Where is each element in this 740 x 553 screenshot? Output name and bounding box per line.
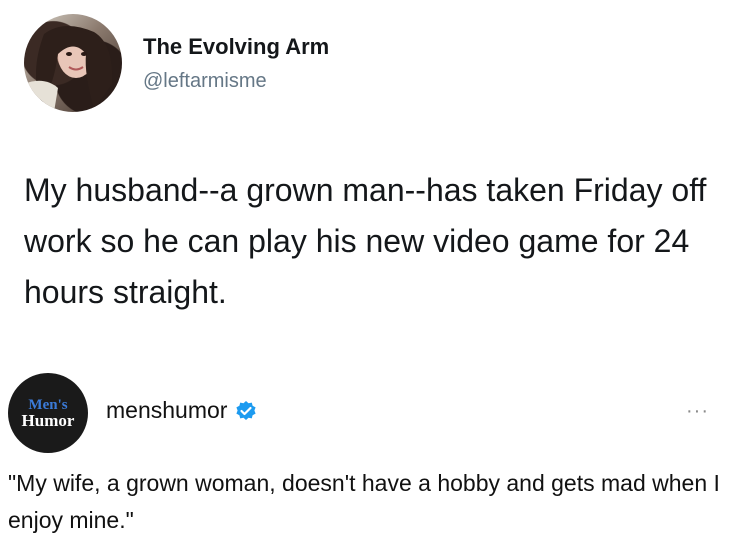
more-options-icon[interactable]: ··· bbox=[686, 400, 709, 423]
author-handle[interactable]: @leftarmisme bbox=[143, 70, 267, 93]
author-avatar[interactable] bbox=[24, 14, 122, 112]
tweet-text: My husband--a grown man--has taken Frida… bbox=[24, 172, 707, 310]
reply-card: Men's Humor menshumor ··· "My wife, a gr… bbox=[0, 355, 740, 553]
reply-username[interactable]: menshumor bbox=[106, 397, 227, 424]
author-avatar-image bbox=[24, 25, 113, 112]
reply-username-row: menshumor bbox=[106, 397, 257, 424]
logo-text-bottom: Humor bbox=[21, 411, 75, 430]
author-name[interactable]: The Evolving Arm bbox=[143, 34, 329, 60]
reply-text: "My wife, a grown woman, doesn't have a … bbox=[8, 470, 720, 533]
verified-badge-icon bbox=[235, 400, 257, 422]
tweet-card: The Evolving Arm @leftarmisme My husband… bbox=[0, 0, 740, 355]
menshumor-avatar[interactable]: Men's Humor bbox=[8, 373, 88, 453]
